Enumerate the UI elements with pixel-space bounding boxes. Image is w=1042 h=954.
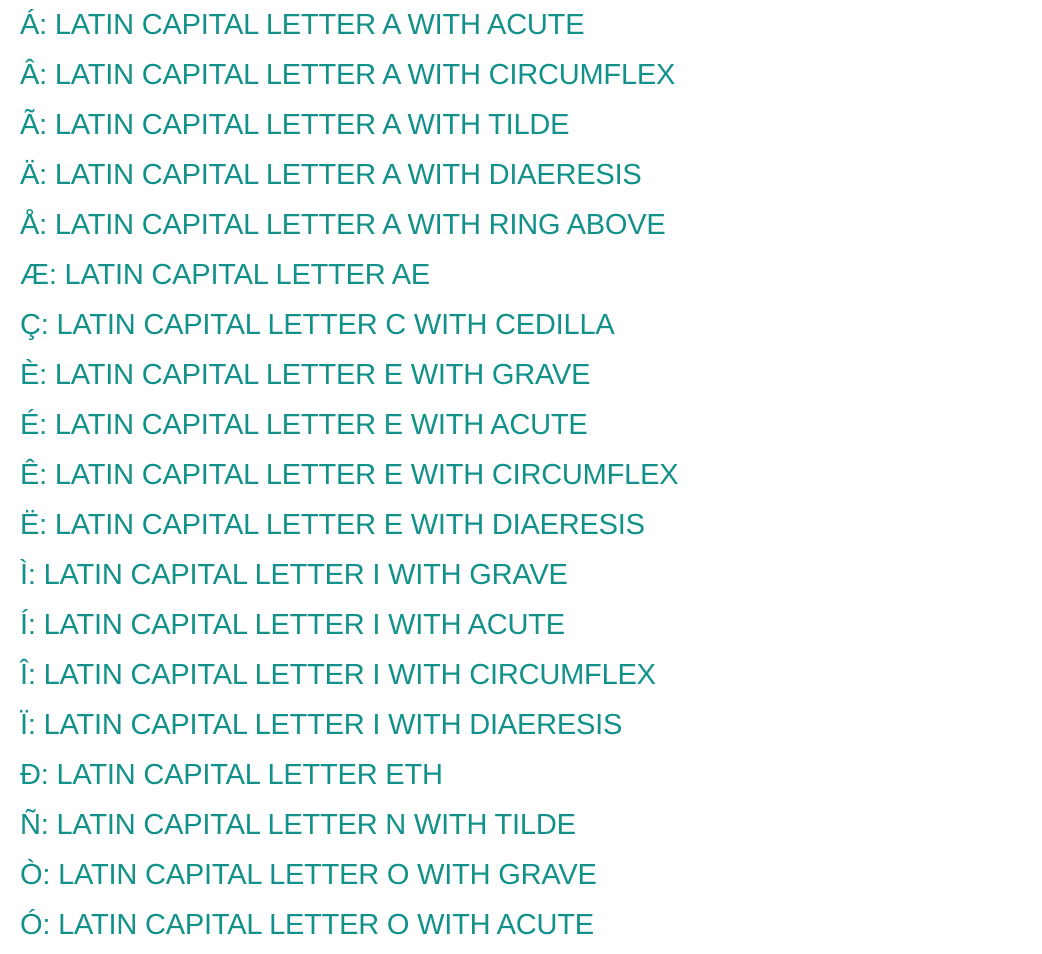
char-name: LATIN CAPITAL LETTER I WITH ACUTE (43, 609, 566, 641)
char-glyph: Ñ (20, 809, 41, 841)
char-glyph: Ì (20, 559, 28, 591)
char-name: LATIN CAPITAL LETTER C WITH CEDILLA (56, 309, 615, 341)
char-glyph: Æ (20, 259, 49, 291)
list-item: Ì: LATIN CAPITAL LETTER I WITH GRAVE (20, 550, 678, 600)
separator: : (39, 509, 55, 541)
char-name: LATIN CAPITAL LETTER A WITH DIAERESIS (54, 159, 642, 191)
separator: : (39, 209, 55, 241)
list-item: Ó: LATIN CAPITAL LETTER O WITH ACUTE (20, 900, 678, 950)
char-name: LATIN CAPITAL LETTER ETH (56, 759, 443, 791)
char-glyph: Ã (20, 109, 40, 141)
char-glyph: Ï (20, 709, 28, 741)
char-name: LATIN CAPITAL LETTER A WITH CIRCUMFLEX (54, 59, 676, 91)
separator: : (27, 659, 44, 691)
list-item: É: LATIN CAPITAL LETTER E WITH ACUTE (20, 400, 678, 450)
char-name: LATIN CAPITAL LETTER A WITH TILDE (54, 109, 570, 141)
char-glyph: Ê (20, 459, 40, 491)
char-glyph: Í (20, 609, 28, 641)
list-item: Â: LATIN CAPITAL LETTER A WITH CIRCUMFLE… (20, 50, 678, 100)
separator: : (27, 609, 44, 641)
separator: : (40, 309, 57, 341)
list-item: Å: LATIN CAPITAL LETTER A WITH RING ABOV… (20, 200, 678, 250)
char-glyph: Á (20, 9, 40, 41)
char-name: LATIN CAPITAL LETTER I WITH CIRCUMFLEX (43, 659, 656, 691)
char-glyph: È (20, 359, 40, 391)
list-item: Æ: LATIN CAPITAL LETTER AE (20, 250, 678, 300)
char-glyph: Ë (20, 509, 40, 541)
separator: : (40, 809, 57, 841)
char-name: LATIN CAPITAL LETTER A WITH RING ABOVE (54, 209, 666, 241)
char-glyph: Å (20, 209, 40, 241)
separator: : (48, 259, 65, 291)
char-name: LATIN CAPITAL LETTER I WITH DIAERESIS (43, 709, 623, 741)
list-item: Á: LATIN CAPITAL LETTER A WITH ACUTE (20, 0, 678, 50)
char-glyph: É (20, 409, 40, 441)
char-name: LATIN CAPITAL LETTER E WITH CIRCUMFLEX (54, 459, 679, 491)
list-item: Î: LATIN CAPITAL LETTER I WITH CIRCUMFLE… (20, 650, 678, 700)
separator: : (39, 9, 55, 41)
character-list: Á: LATIN CAPITAL LETTER A WITH ACUTE Â: … (20, 0, 679, 950)
char-glyph: Ò (20, 859, 43, 891)
char-name: LATIN CAPITAL LETTER N WITH TILDE (56, 809, 576, 841)
char-name: LATIN CAPITAL LETTER O WITH GRAVE (58, 859, 597, 891)
list-item: Í: LATIN CAPITAL LETTER I WITH ACUTE (20, 600, 678, 650)
separator: : (42, 859, 59, 891)
list-item: Ï: LATIN CAPITAL LETTER I WITH DIAERESIS (20, 700, 678, 750)
separator: : (39, 459, 55, 491)
char-name: LATIN CAPITAL LETTER E WITH GRAVE (54, 359, 591, 391)
char-glyph: Î (20, 659, 28, 691)
list-item: Ê: LATIN CAPITAL LETTER E WITH CIRCUMFLE… (20, 450, 679, 500)
separator: : (39, 109, 55, 141)
separator: : (27, 559, 44, 591)
list-item: Ò: LATIN CAPITAL LETTER O WITH GRAVE (20, 850, 678, 900)
char-glyph: Ð (20, 759, 41, 791)
list-item: Ä: LATIN CAPITAL LETTER A WITH DIAERESIS (20, 150, 678, 200)
separator: : (27, 709, 44, 741)
char-glyph: Ó (20, 909, 43, 941)
separator: : (42, 909, 59, 941)
separator: : (39, 59, 55, 91)
char-glyph: Â (20, 59, 40, 91)
list-item: È: LATIN CAPITAL LETTER E WITH GRAVE (20, 350, 678, 400)
list-item: Ã: LATIN CAPITAL LETTER A WITH TILDE (20, 100, 678, 150)
char-glyph: Ä (20, 159, 40, 191)
separator: : (39, 159, 55, 191)
char-name: LATIN CAPITAL LETTER I WITH GRAVE (43, 559, 568, 591)
char-name: LATIN CAPITAL LETTER A WITH ACUTE (54, 9, 585, 41)
separator: : (39, 359, 55, 391)
list-item: Ç: LATIN CAPITAL LETTER C WITH CEDILLA (20, 300, 678, 350)
list-item: Ë: LATIN CAPITAL LETTER E WITH DIAERESIS (20, 500, 678, 550)
char-name: LATIN CAPITAL LETTER E WITH ACUTE (54, 409, 588, 441)
char-name: LATIN CAPITAL LETTER AE (64, 259, 431, 291)
char-name: LATIN CAPITAL LETTER E WITH DIAERESIS (54, 509, 645, 541)
char-glyph: Ç (20, 309, 41, 341)
separator: : (40, 759, 57, 791)
char-name: LATIN CAPITAL LETTER O WITH ACUTE (58, 909, 594, 941)
list-item: Ð: LATIN CAPITAL LETTER ETH (20, 750, 678, 800)
list-item: Ñ: LATIN CAPITAL LETTER N WITH TILDE (20, 800, 678, 850)
separator: : (39, 409, 55, 441)
